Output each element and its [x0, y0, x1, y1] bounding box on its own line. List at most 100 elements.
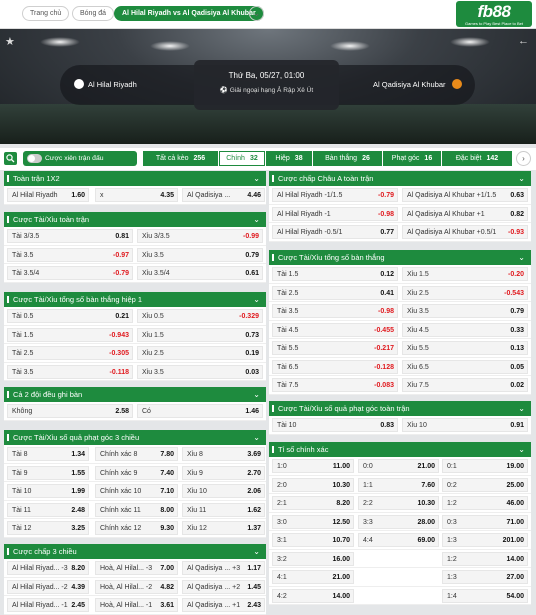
- odds-cell[interactable]: Xỉu 10 0.91: [402, 418, 528, 432]
- odds-cell[interactable]: 0:0 21.00: [358, 459, 439, 473]
- odds-cell[interactable]: Xỉu 4.5 0.33: [402, 322, 528, 337]
- odds-cell[interactable]: Tài 3.5/4 -0.79: [7, 266, 133, 280]
- odds-cell[interactable]: Hoà, Al Hilal... -3 7.00: [95, 561, 178, 575]
- search-icon[interactable]: [4, 152, 17, 165]
- odds-cell[interactable]: Xỉu 3.5/4 0.61: [137, 266, 263, 280]
- collapse-chevron-icon[interactable]: ⌄: [253, 212, 260, 227]
- odds-cell[interactable]: Chính xác 9 7.40: [95, 465, 178, 480]
- tab-goals[interactable]: Bàn thắng 26: [313, 151, 382, 166]
- breadcrumb-football[interactable]: Bóng đá: [72, 6, 115, 21]
- odds-cell[interactable]: 3:3 28.00: [358, 514, 439, 529]
- odds-cell[interactable]: Al Hilal Riyad... -3 8.20: [7, 561, 89, 575]
- odds-cell[interactable]: Al Qadisiya Al Khubar +1/1.5 0.63: [402, 188, 528, 202]
- odds-cell[interactable]: Al Hilal Riyadh 1.60: [7, 188, 89, 202]
- odds-cell[interactable]: 2:1 8.20: [272, 496, 354, 510]
- odds-cell[interactable]: 4:2 14.00: [272, 588, 354, 603]
- odds-cell[interactable]: Al Qadisiya Al Khubar +1 0.82: [402, 206, 528, 221]
- odds-cell[interactable]: 2:0 10.30: [272, 477, 354, 492]
- chevron-down-icon[interactable]: ⌄: [249, 6, 264, 21]
- odds-cell[interactable]: 2:2 10.30: [358, 496, 439, 510]
- breadcrumb-home[interactable]: Trang chủ: [22, 6, 70, 21]
- section-header[interactable]: Cược Tài/Xỉu tổng số bàn thắng ⌄: [269, 250, 531, 265]
- odds-cell[interactable]: Xỉu 1.5 -0.20: [402, 267, 528, 281]
- odds-cell[interactable]: 3:0 12.50: [272, 514, 354, 529]
- odds-cell[interactable]: Xỉu 3.5 0.03: [137, 364, 263, 379]
- odds-cell[interactable]: 1:1 7.60: [358, 477, 439, 492]
- odds-cell[interactable]: Al Hilal Riyad... -2 4.39: [7, 579, 89, 594]
- odds-cell[interactable]: Tài 9 1.55: [7, 465, 89, 480]
- section-header[interactable]: Tỉ số chính xác ⌄: [269, 442, 531, 457]
- collapse-chevron-icon[interactable]: ⌄: [518, 442, 525, 457]
- toggle-switch[interactable]: [27, 154, 42, 163]
- odds-cell[interactable]: Tài 3.5 -0.98: [272, 304, 398, 318]
- odds-cell[interactable]: Xỉu 3.5 0.79: [137, 247, 263, 262]
- odds-cell[interactable]: 4:1 21.00: [272, 570, 354, 584]
- odds-cell[interactable]: Tài 10 0.83: [272, 418, 398, 432]
- collapse-chevron-icon[interactable]: ⌄: [518, 171, 525, 186]
- section-header[interactable]: Cược Tài/Xỉu toàn trận ⌄: [4, 212, 266, 227]
- tab-half[interactable]: Hiệp 38: [266, 151, 312, 166]
- section-header[interactable]: Toàn trận 1X2 ⌄: [4, 171, 266, 186]
- collapse-chevron-icon[interactable]: ⌄: [518, 401, 525, 416]
- odds-cell[interactable]: 3:2 16.00: [272, 551, 354, 566]
- odds-cell[interactable]: Al Hilal Riyadh -0.5/1 0.77: [272, 225, 398, 239]
- tab-all[interactable]: Tất cả kèo 256: [143, 151, 218, 166]
- odds-cell[interactable]: Al Qadisiya ... +3 1.17: [182, 561, 265, 575]
- odds-cell[interactable]: Tài 2.5 -0.305: [7, 346, 133, 360]
- odds-cell[interactable]: Tài 7.5 -0.083: [272, 378, 398, 392]
- odds-cell[interactable]: Tài 8 1.34: [7, 447, 89, 461]
- odds-cell[interactable]: 0:3 71.00: [442, 514, 528, 529]
- tab-special[interactable]: Đặc biệt 142: [442, 151, 512, 166]
- collapse-chevron-icon[interactable]: ⌄: [253, 387, 260, 402]
- odds-cell[interactable]: 1:0 11.00: [272, 459, 354, 473]
- next-arrow-icon[interactable]: ›: [516, 151, 531, 166]
- odds-cell[interactable]: 3:1 10.70: [272, 533, 354, 547]
- odds-cell[interactable]: 4:4 69.00: [358, 533, 439, 547]
- odds-cell[interactable]: 1:2 14.00: [442, 551, 528, 566]
- section-header[interactable]: Cược chấp 3 chiều ⌄: [4, 544, 266, 559]
- odds-cell[interactable]: Xỉu 0.5 -0.329: [137, 309, 263, 323]
- odds-cell[interactable]: Chính xác 11 8.00: [95, 502, 178, 517]
- odds-cell[interactable]: Chính xác 8 7.80: [95, 447, 178, 461]
- tab-corners[interactable]: Phạt góc 16: [383, 151, 441, 166]
- odds-cell[interactable]: Xỉu 7.5 0.02: [402, 378, 528, 392]
- odds-cell[interactable]: Xỉu 11 1.62: [182, 502, 265, 517]
- odds-cell[interactable]: Tài 11 2.48: [7, 502, 89, 517]
- odds-cell[interactable]: Al Qadisiya ... 4.46: [182, 188, 265, 202]
- odds-cell[interactable]: Tài 2.5 0.41: [272, 285, 398, 300]
- odds-cell[interactable]: Xỉu 2.5 -0.543: [402, 285, 528, 300]
- star-icon[interactable]: ★: [5, 35, 15, 48]
- odds-cell[interactable]: 1:2 46.00: [442, 496, 528, 510]
- odds-cell[interactable]: Tài 3.5 -0.118: [7, 364, 133, 379]
- odds-cell[interactable]: Tài 0.5 0.21: [7, 309, 133, 323]
- odds-cell[interactable]: Có 1.46: [137, 404, 263, 418]
- odds-cell[interactable]: Tài 5.5 -0.217: [272, 341, 398, 355]
- odds-cell[interactable]: Xỉu 8 3.69: [182, 447, 265, 461]
- odds-cell[interactable]: Al Qadisiya Al Khubar +0.5/1 -0.93: [402, 225, 528, 239]
- odds-cell[interactable]: Xỉu 5.5 0.13: [402, 341, 528, 355]
- odds-cell[interactable]: Tài 6.5 -0.128: [272, 359, 398, 374]
- odds-cell[interactable]: 0:1 19.00: [442, 459, 528, 473]
- odds-cell[interactable]: Xỉu 10 2.06: [182, 484, 265, 498]
- collapse-chevron-icon[interactable]: ⌄: [253, 171, 260, 186]
- odds-cell[interactable]: Xỉu 3.5 0.79: [402, 304, 528, 318]
- odds-cell[interactable]: x 4.35: [95, 188, 178, 202]
- odds-cell[interactable]: Tài 3.5 -0.97: [7, 247, 133, 262]
- collapse-chevron-icon[interactable]: ⌄: [253, 292, 260, 307]
- odds-cell[interactable]: Tài 3/3.5 0.81: [7, 229, 133, 243]
- odds-cell[interactable]: Xỉu 9 2.70: [182, 465, 265, 480]
- odds-cell[interactable]: Xỉu 12 1.37: [182, 521, 265, 535]
- odds-cell[interactable]: 1:3 27.00: [442, 570, 528, 584]
- odds-cell[interactable]: Không 2.58: [7, 404, 133, 418]
- odds-cell[interactable]: 0:2 25.00: [442, 477, 528, 492]
- odds-cell[interactable]: Tài 1.5 -0.943: [7, 327, 133, 342]
- odds-cell[interactable]: Xỉu 3/3.5 -0.99: [137, 229, 263, 243]
- odds-cell[interactable]: Al Hilal Riyadh -1/1.5 -0.79: [272, 188, 398, 202]
- odds-cell[interactable]: 1:3 201.00: [442, 533, 528, 547]
- odds-cell[interactable]: Al Qadisiya ... +2 1.45: [182, 579, 265, 594]
- section-header[interactable]: Cược Tài/Xỉu số quả phạt góc 3 chiều ⌄: [4, 430, 266, 445]
- tab-main[interactable]: Chính 32: [219, 151, 265, 166]
- collapse-chevron-icon[interactable]: ⌄: [518, 250, 525, 265]
- odds-cell[interactable]: Tài 1.5 0.12: [272, 267, 398, 281]
- odds-cell[interactable]: Tài 10 1.99: [7, 484, 89, 498]
